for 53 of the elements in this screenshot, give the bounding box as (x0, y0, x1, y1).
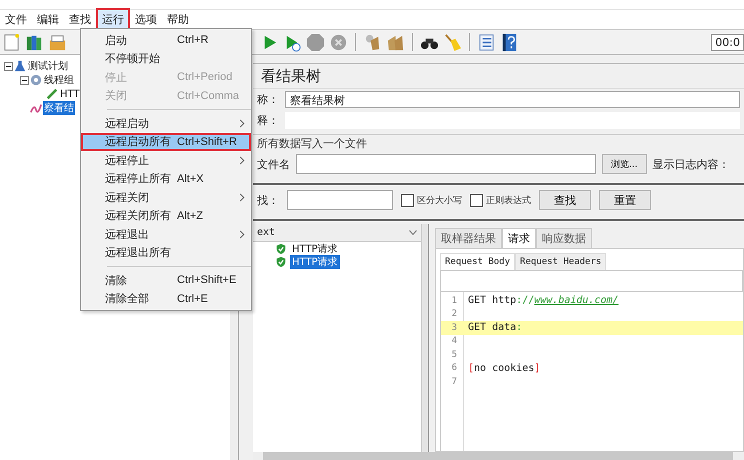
menu-item[interactable]: 远程关闭 (81, 188, 251, 206)
line-number: 5 (450, 350, 457, 360)
line-number: 2 (450, 309, 457, 320)
line-number: 1 (450, 296, 457, 306)
menu-item[interactable]: 启动 Ctrl+R (81, 31, 251, 50)
tab[interactable]: 请求 (502, 228, 536, 248)
section-legend: 所有数据写入一个文件 (253, 135, 744, 152)
menu-item[interactable]: 远程启动 (81, 114, 251, 132)
menu-item[interactable]: 远程停止所有 Alt+X (81, 170, 251, 188)
menu-bar-item[interactable]: 编辑 (32, 9, 64, 30)
action-button[interactable]: 查找 (539, 190, 591, 210)
tab[interactable]: Request Headers (515, 253, 606, 270)
menu-bar-item[interactable]: 选项 (130, 9, 162, 30)
tree-item[interactable]: HTT (59, 88, 81, 100)
name-field[interactable]: 察看结果树 (285, 91, 740, 108)
panel-title: 看结果树 (253, 64, 744, 89)
menu-item[interactable]: 远程停止 (81, 151, 251, 170)
tree-item[interactable]: 测试计划 (27, 59, 69, 73)
checkbox-label: 正则表达式 (486, 194, 531, 206)
line-number: 3 (450, 322, 457, 333)
menu-item[interactable]: 清除全部 Ctrl+E (81, 290, 251, 308)
line-number: 4 (450, 336, 457, 346)
log-label: 显示日志内容： (652, 156, 730, 172)
action-button[interactable]: 重置 (599, 190, 651, 210)
menu-bar-item[interactable]: 文件 (0, 9, 32, 30)
code-line: GET data: (468, 322, 522, 334)
tab[interactable]: 取样器结果 (435, 228, 502, 248)
menu-item[interactable]: 不停顿开始 (81, 50, 251, 68)
field-label: 释： (257, 113, 279, 128)
menu-item[interactable]: 远程退出 (81, 225, 251, 244)
tab[interactable]: 响应数据 (536, 228, 592, 248)
code-line: [no cookies] (468, 362, 540, 374)
menu-bar-item[interactable]: 帮助 (162, 9, 194, 30)
field-label: 文件名 (257, 156, 290, 172)
browse-button[interactable]: 浏览... (602, 154, 647, 174)
result-item[interactable]: HTTP请求 (290, 254, 340, 268)
menu-item[interactable]: 远程启动所有 Ctrl+Shift+R (81, 132, 251, 151)
tab[interactable]: Request Body (440, 253, 516, 270)
menu-item[interactable]: 清除 Ctrl+Shift+E (81, 271, 251, 290)
line-number: 6 (450, 363, 457, 374)
tree-item[interactable]: 察看结 (43, 101, 75, 115)
menu-item[interactable]: 远程关闭所有 Alt+Z (81, 206, 251, 225)
line-number: 7 (450, 376, 457, 387)
field-label: 称： (257, 92, 279, 107)
elapsed-time: 00:0 (711, 34, 744, 50)
checkbox-label: 区分大小写 (417, 194, 462, 206)
tree-item[interactable]: 线程组 (43, 73, 75, 87)
menu-bar-item[interactable]: 查找 (64, 9, 96, 30)
renderer-dropdown[interactable]: ext (253, 224, 421, 242)
menu-item[interactable]: 远程退出所有 (81, 244, 251, 262)
field-label: 找： (257, 192, 279, 208)
result-item[interactable]: HTTP请求 (290, 242, 340, 256)
code-line: GET http://www.baidu.com/ (468, 295, 619, 306)
